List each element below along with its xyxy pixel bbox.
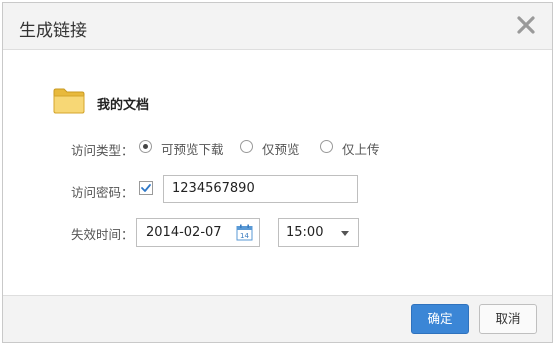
radio-unchecked-icon[interactable] [240, 140, 253, 153]
dialog-title: 生成链接 [19, 21, 87, 41]
access-type-label: 访问类型： [71, 143, 134, 158]
generate-link-dialog: 生成链接 我的文档 访问类型： 可预览下载 仅预览 仅上传 访问密码： 1234… [2, 2, 553, 343]
expiry-date-value: 2014-02-07 [146, 225, 222, 240]
svg-text:14: 14 [240, 232, 249, 240]
folder-icon [53, 88, 85, 114]
chevron-down-icon[interactable] [341, 231, 349, 236]
radio-label: 仅预览 [262, 142, 300, 157]
confirm-button[interactable]: 确定 [411, 304, 469, 334]
radio-unchecked-icon[interactable] [320, 140, 333, 153]
expiry-time-select[interactable]: 15:00 [278, 218, 359, 247]
document-name: 我的文档 [97, 98, 150, 113]
password-label: 访问密码： [71, 185, 134, 200]
dialog-titlebar: 生成链接 [3, 3, 552, 50]
dialog-body: 我的文档 访问类型： 可预览下载 仅预览 仅上传 访问密码： 123456789… [3, 50, 552, 295]
expiry-date-input[interactable]: 2014-02-07 14 [136, 218, 260, 247]
dialog-footer: 确定 取消 [3, 295, 552, 342]
calendar-icon[interactable]: 14 [236, 224, 253, 241]
expiry-label: 失效时间： [71, 227, 134, 242]
password-checkbox[interactable] [139, 181, 153, 195]
radio-label: 可预览下载 [161, 142, 224, 157]
close-icon[interactable] [514, 13, 538, 37]
radio-checked-icon[interactable] [139, 140, 152, 153]
cancel-button[interactable]: 取消 [479, 304, 537, 334]
check-icon [141, 184, 151, 192]
radio-label: 仅上传 [342, 142, 380, 157]
expiry-time-value: 15:00 [286, 225, 324, 240]
password-input[interactable]: 1234567890 [163, 175, 358, 203]
